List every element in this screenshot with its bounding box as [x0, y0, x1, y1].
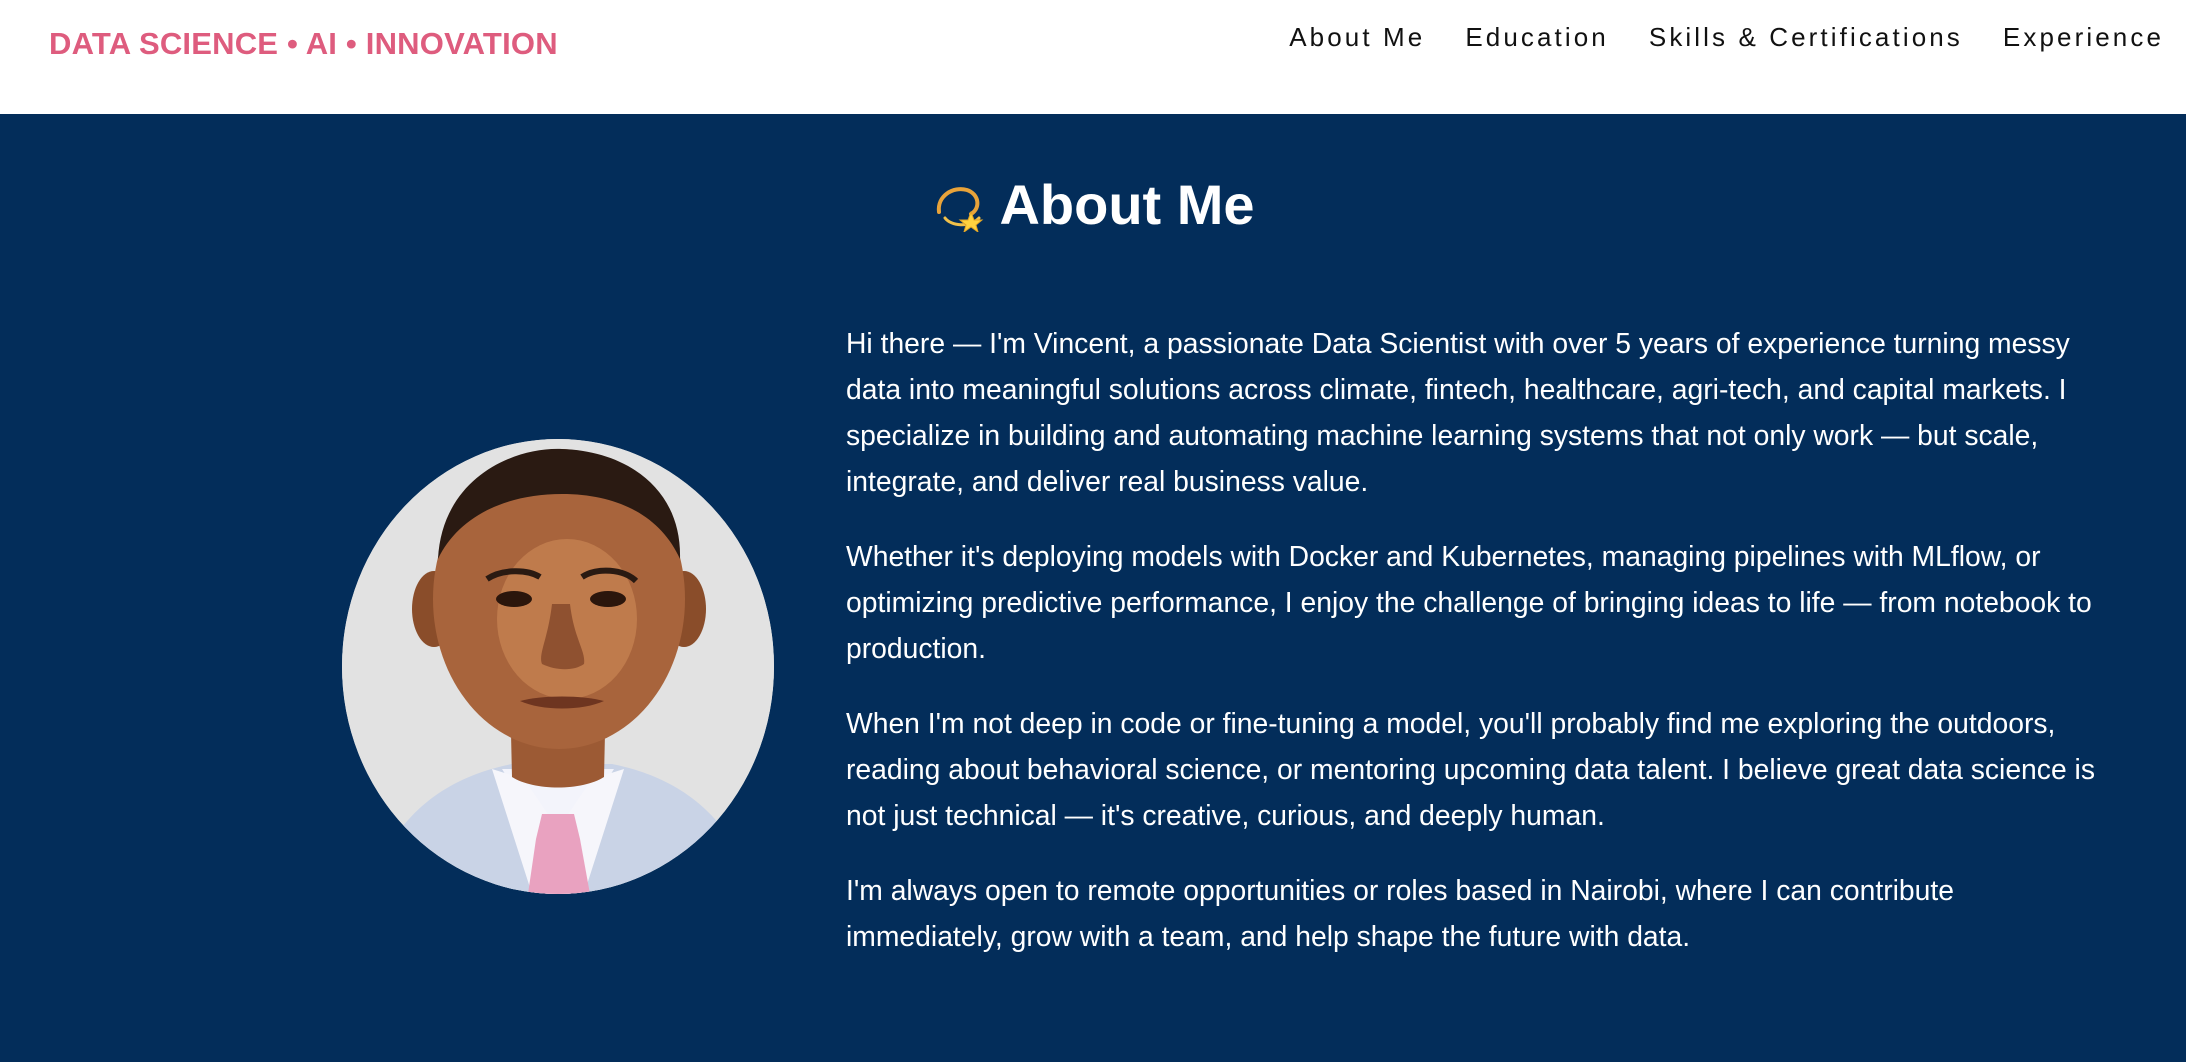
page: DATA SCIENCE • AI • INNOVATION About Me … [0, 0, 2186, 1062]
nav-link-skills-certifications[interactable]: Skills & Certifications [1649, 22, 1963, 53]
about-paragraph: When I'm not deep in code or fine-tuning… [846, 707, 2095, 831]
brand-logo-text[interactable]: DATA SCIENCE • AI • INNOVATION [49, 26, 558, 62]
about-title-text: About Me [999, 173, 1255, 236]
dizzy-icon [931, 176, 987, 234]
about-paragraph: Whether it's deploying models with Docke… [846, 540, 2092, 664]
nav-link-about-me[interactable]: About Me [1289, 22, 1425, 53]
about-paragraph: I'm always open to remote opportunities … [846, 874, 1954, 952]
about-section: About Me Hi there — I'm Vincent, a passi… [0, 114, 2186, 1062]
about-paragraph: Hi there — I'm Vincent, a passionate Dat… [846, 327, 2070, 497]
about-text: Hi there — I'm Vincent, a passionate Dat… [846, 320, 2116, 988]
profile-photo [342, 439, 774, 894]
nav-link-experience[interactable]: Experience [2003, 22, 2164, 53]
site-header: DATA SCIENCE • AI • INNOVATION About Me … [0, 0, 2186, 114]
about-heading: About Me [0, 172, 2186, 237]
main-nav: About Me Education Skills & Certificatio… [1289, 22, 2164, 53]
nav-link-education[interactable]: Education [1465, 22, 1609, 53]
